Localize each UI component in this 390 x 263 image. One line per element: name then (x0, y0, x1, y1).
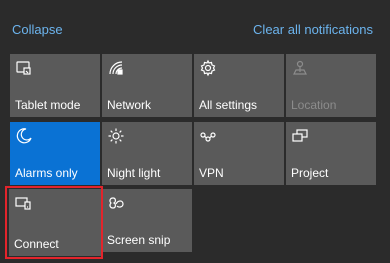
tile-connect[interactable]: Connect (9, 189, 101, 256)
tile-screen-snip[interactable]: Screen snip (102, 189, 192, 252)
tile-label: Tablet mode (15, 98, 81, 112)
tile-location[interactable]: Location (286, 54, 376, 117)
tile-network[interactable]: Network (102, 54, 192, 117)
tile-label: Screen snip (107, 233, 171, 247)
project-icon (291, 127, 309, 145)
tile-vpn[interactable]: VPN (194, 122, 284, 185)
action-center-panel: Collapse Clear all notifications Tablet … (0, 0, 390, 263)
tile-label: All settings (199, 98, 258, 112)
network-icon (107, 59, 125, 77)
tile-label: Connect (14, 237, 59, 251)
moon-icon (15, 127, 33, 145)
sun-icon (107, 127, 125, 145)
tile-project[interactable]: Project (286, 122, 376, 185)
tile-label: Location (291, 98, 337, 112)
screen-snip-icon (107, 194, 125, 212)
connect-icon (14, 194, 32, 212)
tile-label: Night light (107, 166, 161, 180)
tile-label: Project (291, 166, 329, 180)
clear-all-notifications-link[interactable]: Clear all notifications (253, 22, 373, 38)
tile-label: Network (107, 98, 152, 112)
gear-icon (199, 59, 217, 77)
tile-all-settings[interactable]: All settings (194, 54, 284, 117)
tile-label: Alarms only (15, 166, 78, 180)
vpn-icon (199, 127, 217, 145)
tile-tablet-mode[interactable]: Tablet mode (10, 54, 100, 117)
tile-night-light[interactable]: Night light (102, 122, 192, 185)
location-icon (291, 59, 309, 77)
tile-label: VPN (199, 166, 224, 180)
tile-alarms-only[interactable]: Alarms only (10, 122, 100, 185)
tablet-mode-icon (15, 59, 33, 77)
collapse-link[interactable]: Collapse (12, 22, 63, 38)
